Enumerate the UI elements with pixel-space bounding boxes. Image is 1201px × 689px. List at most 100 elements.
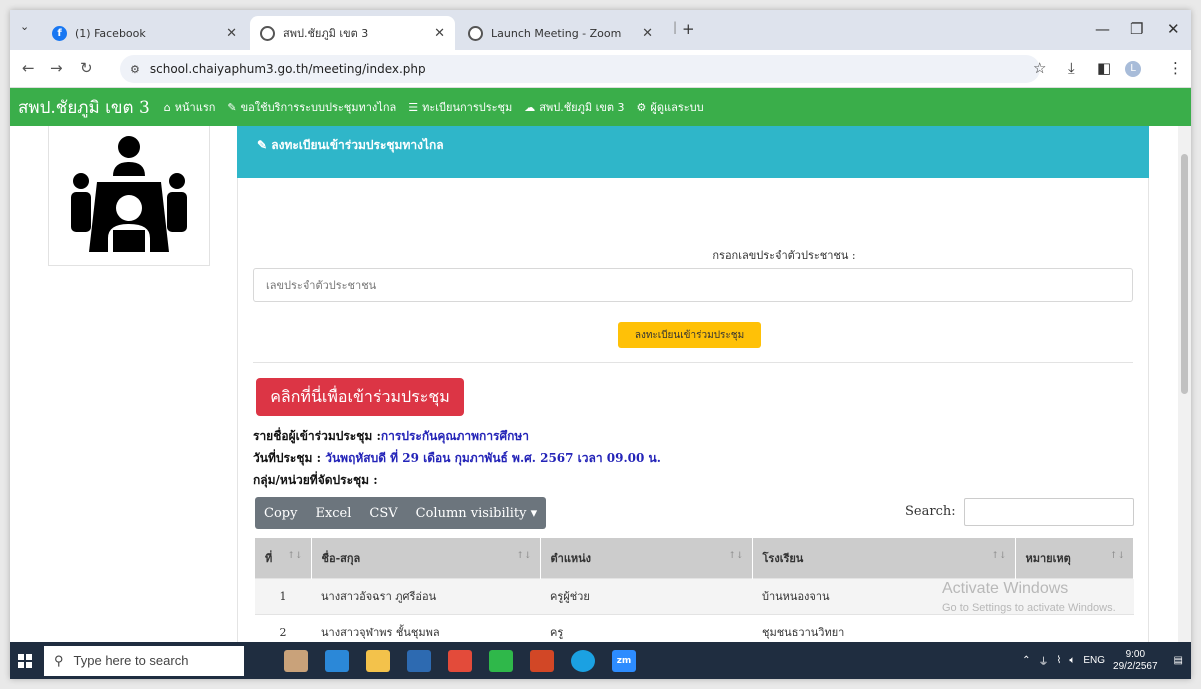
column-header[interactable]: โรงเรียน ↑↓ xyxy=(752,538,1016,578)
citizen-id-input[interactable] xyxy=(253,268,1133,302)
line-app-icon[interactable] xyxy=(489,649,513,672)
page-scrollbar[interactable] xyxy=(1178,126,1191,642)
close-icon[interactable]: ✕ xyxy=(642,26,653,41)
copy-button[interactable]: Copy xyxy=(255,497,306,529)
csv-button[interactable]: CSV xyxy=(360,497,406,529)
restore-icon[interactable]: ❐ xyxy=(1130,20,1143,38)
site-brand[interactable]: สพป.ชัยภูมิ เขต 3 xyxy=(18,94,150,121)
column-title: ตำแหน่ง xyxy=(550,551,592,565)
volume-icon[interactable]: 🔈︎ xyxy=(1069,655,1075,666)
divider xyxy=(253,362,1133,363)
windows-taskbar: ⚲ Type here to search zm ⌃ ⏚ ⌇ 🔈︎ ENG 9:… xyxy=(10,642,1191,679)
site-navbar: สพป.ชัยภูมิ เขต 3 ⌂ หน้าแรก ✎ ขอใช้บริการร… xyxy=(10,88,1191,126)
reload-icon[interactable]: ↻ xyxy=(80,59,93,77)
table-header-row: ที่ ↑↓ ชื่อ-สกุล ↑↓ ตำแหน่ง ↑↓ โรงเรียน ↑↓ ห… xyxy=(255,538,1134,578)
tab-title: (1) Facebook xyxy=(75,26,146,40)
date-line: วันที่ประชุม : วันพฤหัสบดี ที่ 29 เดือน … xyxy=(253,449,661,468)
edge-app-icon[interactable] xyxy=(571,649,595,672)
table-search-input[interactable] xyxy=(964,498,1134,526)
list-icon: ☰ xyxy=(408,100,419,114)
nav-label: ผู้ดูแลระบบ xyxy=(650,101,704,114)
tab-facebook[interactable]: f (1) Facebook ✕ xyxy=(42,16,247,50)
register-button[interactable]: ลงทะเบียนเข้าร่วมประชุม xyxy=(618,322,761,348)
globe-icon xyxy=(468,25,483,41)
taskbar-clock[interactable]: 9:00 29/2/2567 xyxy=(1113,649,1158,673)
search-highlight-icon[interactable] xyxy=(284,649,308,672)
download-icon[interactable]: ⤓ xyxy=(1068,59,1075,77)
panel-title: ลงทะเบียนเข้าร่วมประชุมทางไกล xyxy=(271,138,444,152)
table-row: 2 นางสาวจุฬาพร ชั้นชุมพล ครู ชุมชนธวานวิ… xyxy=(255,613,1134,642)
date-label: วันที่ประชุม : xyxy=(253,451,322,465)
address-toolbar: ← → ↻ ⚙ school.chaiyaphum3.go.th/meeting… xyxy=(10,50,1191,88)
search-icon: ⚲ xyxy=(54,652,64,668)
menu-kebab-icon[interactable]: ⋮ xyxy=(1168,59,1183,77)
scrollbar-thumb[interactable] xyxy=(1181,154,1188,394)
close-icon[interactable]: ✕ xyxy=(226,26,237,41)
id-label: กรอกเลขประจำตัวประชาชน : xyxy=(712,249,856,262)
cell-position: ครู xyxy=(540,613,752,642)
nav-label: ขอใช้บริการระบบประชุมทางไกล xyxy=(240,101,397,114)
profile-avatar[interactable]: L xyxy=(1125,61,1141,77)
edit-icon: ✎ xyxy=(257,138,272,152)
sort-icon: ↑↓ xyxy=(1109,551,1125,561)
column-header[interactable]: ที่ ↑↓ xyxy=(255,538,312,578)
column-header[interactable]: หมายเหตุ ↑↓ xyxy=(1015,538,1134,578)
minimize-icon[interactable]: — xyxy=(1095,20,1110,38)
taskbar-search-box[interactable]: ⚲ Type here to search xyxy=(44,645,244,676)
zoom-app-icon[interactable]: zm xyxy=(612,649,636,672)
tab-zoom[interactable]: Launch Meeting - Zoom ✕ xyxy=(458,16,663,50)
attendee-line: รายชื่อผู้เข้าร่วมประชุม :การประกันคุณภา… xyxy=(253,427,529,446)
browser-tab-strip: ⌄ f (1) Facebook ✕ สพป.ชัยภูมิ เขต 3 ✕ L… xyxy=(10,10,1191,50)
watermark-subtitle: Go to Settings to activate Windows. xyxy=(942,602,1116,614)
network-icon[interactable]: ⌇ xyxy=(1056,655,1061,666)
start-button[interactable] xyxy=(10,642,40,679)
store-app-icon[interactable] xyxy=(407,649,431,672)
nav-label: ทะเบียนการประชุม xyxy=(422,101,513,114)
column-header[interactable]: ชื่อ-สกุล ↑↓ xyxy=(311,538,541,578)
cell-note xyxy=(1015,613,1134,642)
new-tab-button[interactable]: + xyxy=(682,20,695,38)
column-visibility-button[interactable]: Column visibility ▾ xyxy=(407,497,547,529)
nav-meeting-register[interactable]: ☰ ทะเบียนการประชุม xyxy=(408,98,512,116)
group-label: กลุ่ม/หน่วยที่จัดประชุม : xyxy=(253,473,378,487)
search-placeholder: Type here to search xyxy=(73,653,189,668)
close-icon[interactable]: ✕ xyxy=(434,26,445,41)
nav-office[interactable]: ☁ สพป.ชัยภูมิ เขต 3 xyxy=(524,98,624,116)
column-header[interactable]: ตำแหน่ง ↑↓ xyxy=(540,538,753,578)
window-close-icon[interactable]: ✕ xyxy=(1167,20,1180,38)
meeting-people-icon xyxy=(71,136,187,252)
side-panel-icon[interactable]: ◧ xyxy=(1097,59,1111,77)
language-indicator[interactable]: ENG xyxy=(1083,655,1105,666)
notification-icon[interactable]: ▤ xyxy=(1174,655,1183,666)
url-text: school.chaiyaphum3.go.th/meeting/index.p… xyxy=(149,62,426,76)
tab-separator: | xyxy=(673,20,678,34)
bookmark-star-icon[interactable]: ☆ xyxy=(1033,59,1046,77)
home-icon: ⌂ xyxy=(163,100,171,114)
sort-icon: ↑↓ xyxy=(991,551,1007,561)
globe-icon xyxy=(260,25,275,41)
nav-home[interactable]: ⌂ หน้าแรก xyxy=(164,98,216,116)
forward-icon[interactable]: → xyxy=(50,59,63,77)
url-bar[interactable]: ⚙ school.chaiyaphum3.go.th/meeting/index… xyxy=(120,55,1040,83)
excel-button[interactable]: Excel xyxy=(306,497,360,529)
file-explorer-icon[interactable] xyxy=(366,649,390,672)
nav-request-service[interactable]: ✎ ขอใช้บริการระบบประชุมทางไกล xyxy=(227,98,396,116)
nav-admin[interactable]: ⚙ ผู้ดูแลระบบ xyxy=(637,98,704,116)
table-export-buttons: Copy Excel CSV Column visibility ▾ xyxy=(255,497,547,529)
tray-chevron-icon[interactable]: ⌃ xyxy=(1022,655,1030,666)
tab-chaiyaphum[interactable]: สพป.ชัยภูมิ เขต 3 ✕ xyxy=(250,16,455,50)
back-icon[interactable]: ← xyxy=(22,59,35,77)
cell-position: ครูผู้ช่วย xyxy=(540,577,752,614)
site-settings-icon[interactable]: ⚙ xyxy=(130,63,140,76)
powerpoint-app-icon[interactable] xyxy=(530,649,554,672)
join-meeting-button[interactable]: คลิกที่นี่เพื่อเข้าร่วมประชุม xyxy=(256,378,464,416)
tab-search-chevron-icon[interactable]: ⌄ xyxy=(20,20,29,33)
system-tray: ⌃ ⏚ ⌇ 🔈︎ ENG 9:00 29/2/2567 ▤ xyxy=(1022,642,1191,679)
chrome-app-icon[interactable] xyxy=(448,649,472,672)
mail-app-icon[interactable] xyxy=(325,649,349,672)
screen: ⌄ f (1) Facebook ✕ สพป.ชัยภูมิ เขต 3 ✕ L… xyxy=(10,10,1191,679)
page-content: ✎ ลงทะเบียนเข้าร่วมประชุมทางไกล กรอกเลขป… xyxy=(10,126,1191,642)
cell-school: ชุมชนธวานวิทยา xyxy=(752,613,1015,642)
tray-usb-icon[interactable]: ⏚ xyxy=(1038,653,1048,668)
clock-time: 9:00 xyxy=(1125,648,1146,660)
